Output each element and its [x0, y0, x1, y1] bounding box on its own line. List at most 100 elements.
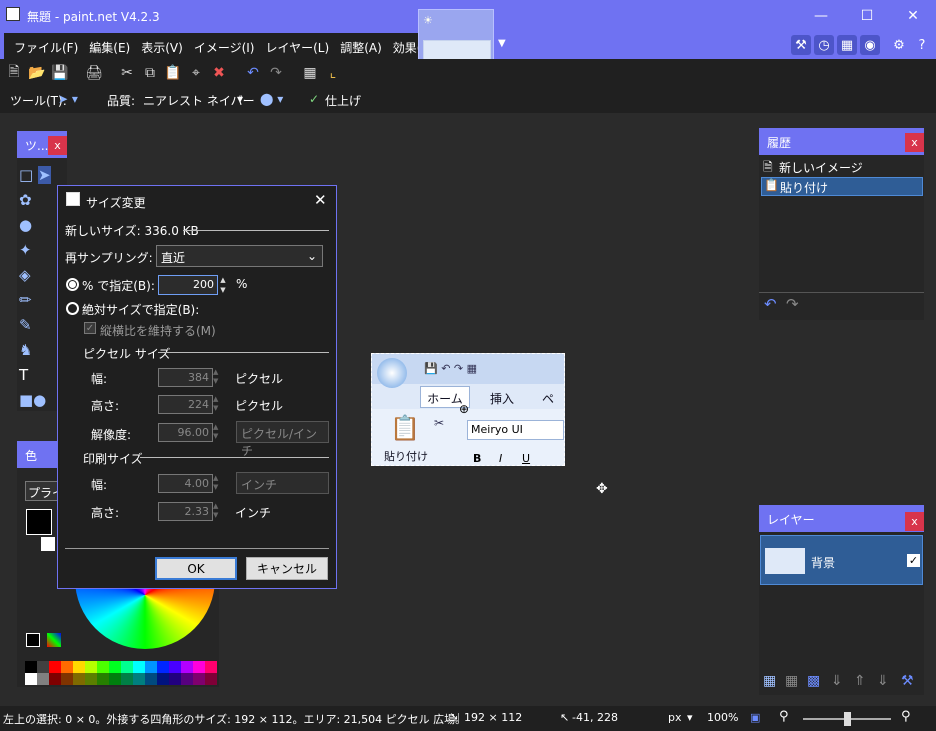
print-height-input[interactable]: 2.33 [158, 502, 213, 521]
deselect-icon[interactable]: ✖ [210, 64, 228, 82]
print-unit-select[interactable]: インチ [236, 472, 329, 494]
print-width-input[interactable]: 4.00 [158, 474, 213, 493]
cancel-button[interactable]: キャンセル [246, 557, 328, 580]
history-panel: 履歴 x 🗎 新しいイメージ 📋 貼り付け ↶ ↷ [759, 128, 924, 320]
primary-color-swatch[interactable] [26, 509, 52, 535]
resolution-unit-select[interactable]: ピクセル/インチ [236, 421, 329, 458]
save-icon[interactable]: 💾 [51, 64, 69, 82]
merge-layer-icon[interactable]: ⇓ [831, 673, 843, 689]
keep-ratio-label: 縦横比を維持する(M) [100, 324, 216, 338]
ok-button[interactable]: OK [155, 557, 237, 580]
cut-icon[interactable]: ✂ [118, 64, 136, 82]
copy-icon[interactable]: ⧉ [141, 64, 159, 82]
layer-visible-checkbox[interactable]: ✓ [907, 554, 920, 567]
history-redo-icon[interactable]: ↷ [786, 295, 799, 313]
menu-adjust[interactable]: 調整(A) [336, 33, 389, 59]
layers-panel: レイヤー x 背景 ✓ ▦ ▦ ▩ ⇓ ⇑ ⇓ ⚒ [759, 505, 924, 695]
move-handle-icon[interactable]: ⊕ [459, 402, 469, 416]
undo-icon[interactable]: ↶ [244, 64, 262, 82]
menu-layer[interactable]: レイヤー(L) [261, 33, 336, 59]
add-layer-icon[interactable]: ▦ [763, 673, 776, 689]
zoom-in-icon[interactable]: ⚲ [901, 709, 911, 724]
width-input[interactable]: 384 [158, 368, 213, 387]
dialog-title: サイズ変更 [86, 196, 146, 210]
quality-dropdown-icon[interactable]: ▾ [237, 92, 243, 106]
move-layer-up-icon[interactable]: ⇑ [854, 673, 866, 689]
app-icon [6, 7, 20, 21]
duplicate-layer-icon[interactable]: ▩ [807, 673, 820, 689]
print-height-spinner[interactable]: ▲ ▼ [213, 502, 218, 520]
percent-spinner[interactable]: ▲ ▼ [218, 275, 228, 295]
keep-ratio-checkbox[interactable]: ✓ [84, 322, 96, 334]
chevron-down-icon[interactable]: ▼ [498, 38, 506, 49]
resample-select[interactable]: 直近 ⌄ [156, 245, 323, 267]
ruler-icon[interactable]: ⌞ [324, 64, 342, 82]
width-spinner[interactable]: ▲ ▼ [213, 368, 218, 386]
paste-icon[interactable]: 📋 [164, 64, 182, 82]
height-input[interactable]: 224 [158, 395, 213, 414]
zoom-slider-handle[interactable] [844, 712, 851, 726]
move-layer-down-icon[interactable]: ⇓ [877, 673, 889, 689]
status-bar: 左上の選択: 0 × 0。外接する四角形のサイズ: 192 × 112。エリア:… [0, 706, 936, 731]
new-icon[interactable]: 🗎 [5, 64, 23, 82]
absolute-radio[interactable] [66, 302, 79, 315]
redo-icon[interactable]: ↷ [267, 64, 285, 82]
tools-close-button[interactable]: x [48, 136, 67, 155]
finish-button[interactable]: 仕上げ [325, 92, 361, 109]
layers-toggle-icon[interactable]: ▦ [837, 35, 857, 55]
main-toolbar: 🗎 📂 💾 🖨 ✂ ⧉ 📋 ⌖ ✖ ↶ ↷ ▦ ⌞ [0, 59, 936, 87]
history-toggle-icon[interactable]: ◷ [814, 35, 834, 55]
resize-dialog: サイズ変更 ✕ 新しいサイズ: 336.0 KB 再サンプリング: 直近 ⌄ %… [57, 185, 337, 589]
layer-properties-icon[interactable]: ⚒ [901, 673, 914, 689]
delete-layer-icon[interactable]: ▦ [785, 673, 798, 689]
move-tool-icon[interactable]: ➤ ▾ [58, 92, 78, 106]
resolution-input[interactable]: 96.00 [158, 423, 213, 442]
image-italic: I [499, 452, 503, 465]
height-spinner[interactable]: ▲ ▼ [213, 395, 218, 413]
menu-view[interactable]: 表示(V) [137, 33, 190, 59]
history-close-button[interactable]: x [905, 133, 924, 152]
history-item-selected[interactable]: 📋 貼り付け [761, 177, 923, 196]
dialog-close-icon[interactable]: ✕ [314, 191, 327, 209]
height-unit: ピクセル [235, 399, 284, 413]
cursor-position: -41, 228 [572, 711, 618, 724]
resolution-spinner[interactable]: ▲ ▼ [213, 423, 218, 441]
colors-toggle-icon[interactable]: ◉ [860, 35, 880, 55]
units-select[interactable]: px [668, 711, 682, 724]
height-label: 高さ: [91, 399, 120, 413]
units-dropdown-icon[interactable]: ▾ [687, 711, 693, 724]
menu-edit[interactable]: 編集(E) [85, 33, 137, 59]
secondary-color-swatch[interactable] [41, 537, 55, 551]
tools-toggle-icon[interactable]: ⚒ [791, 35, 811, 55]
menu-image[interactable]: イメージ(I) [190, 33, 262, 59]
maximize-button[interactable]: ☐ [844, 0, 890, 31]
layers-close-button[interactable]: x [905, 512, 924, 531]
open-icon[interactable]: 📂 [28, 64, 46, 82]
swap-colors-icon[interactable] [26, 633, 40, 647]
help-icon[interactable]: ? [912, 35, 932, 55]
close-window-button[interactable]: ✕ [890, 0, 936, 31]
history-undo-icon[interactable]: ↶ [764, 295, 777, 313]
print-icon[interactable]: 🖨 [85, 64, 103, 82]
crop-icon[interactable]: ⌖ [187, 64, 205, 82]
resize-icon [66, 192, 80, 206]
percent-radio[interactable] [66, 278, 79, 291]
grid-icon[interactable]: ▦ [301, 64, 319, 82]
percent-label: % で指定(B): [82, 279, 155, 293]
zoom-fit-icon[interactable]: ▣ [750, 711, 760, 724]
percent-input[interactable]: 200 [158, 275, 218, 295]
color-palette[interactable] [25, 661, 217, 685]
width-label: 幅: [91, 372, 108, 386]
history-item[interactable]: 🗎 新しいイメージ [761, 158, 921, 176]
minimize-button[interactable]: — [798, 0, 844, 31]
zoom-out-icon[interactable]: ⚲ [779, 709, 789, 724]
palette-icon[interactable] [47, 633, 61, 647]
menu-file[interactable]: ファイル(F) [10, 33, 85, 59]
print-height-unit: インチ [235, 506, 272, 520]
checkmark-icon[interactable]: ✓ [309, 92, 319, 106]
print-width-spinner[interactable]: ▲ ▼ [213, 474, 218, 492]
layer-item-background[interactable]: 背景 ✓ [760, 535, 923, 585]
image-font-box: Meiryo UI [467, 420, 564, 440]
gear-icon[interactable]: ⚙ [889, 35, 909, 55]
selection-mode-icon[interactable]: ⬤ ▾ [260, 92, 283, 106]
